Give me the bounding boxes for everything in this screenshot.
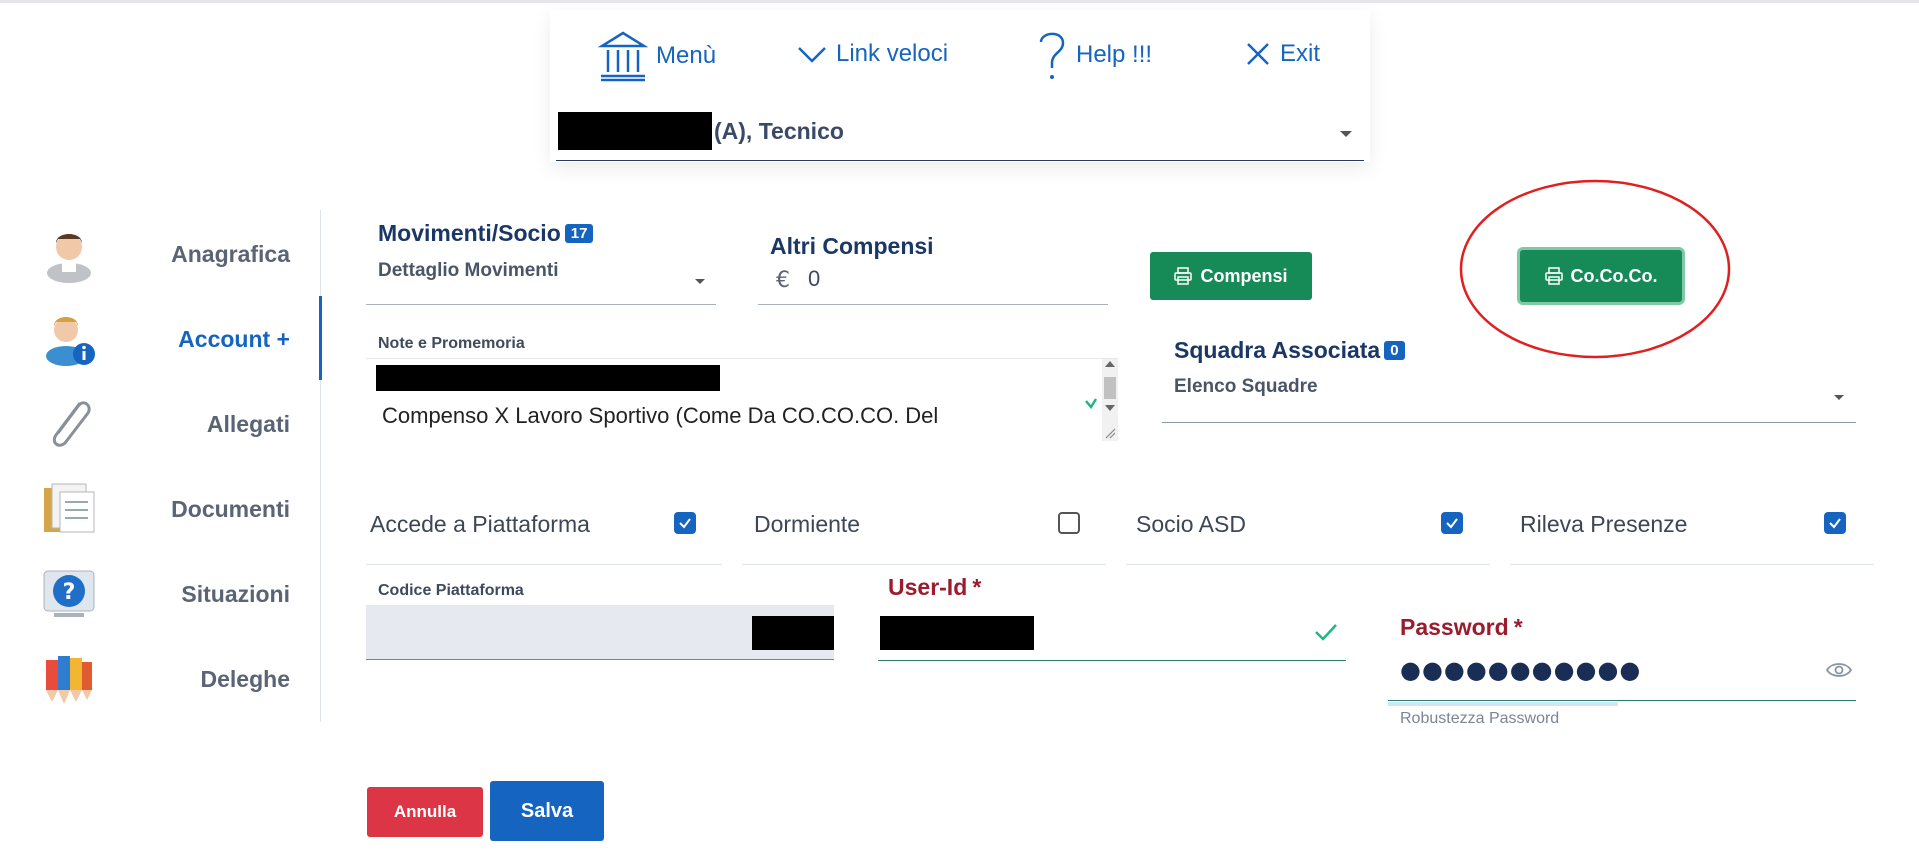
- bank-icon: [598, 31, 648, 82]
- question-icon: ?: [43, 570, 95, 617]
- sidebar-item-label: Anagrafica: [171, 240, 290, 267]
- help-button[interactable]: Help !!!: [1036, 28, 1152, 82]
- scroll-up-icon[interactable]: [1105, 361, 1115, 367]
- squadra-select-value: Elenco Squadre: [1174, 376, 1318, 397]
- question-mark-icon: [1039, 32, 1065, 79]
- password-strength-label: Robustezza Password: [1400, 710, 1560, 727]
- check-icon: [1085, 398, 1098, 410]
- squadra-badge: 0: [1384, 341, 1405, 360]
- checkbox-socio[interactable]: [1441, 512, 1463, 534]
- redacted-userid: [880, 616, 1034, 650]
- menu-button[interactable]: Menù: [598, 30, 716, 82]
- sidebar-item-documenti[interactable]: Documenti: [40, 470, 290, 548]
- chevron-down-icon: [798, 47, 826, 63]
- sidebar-item-deleghe[interactable]: Deleghe: [40, 640, 290, 718]
- scroll-down-icon[interactable]: [1105, 405, 1115, 411]
- close-icon: [1247, 43, 1269, 65]
- check-icon: [1446, 518, 1458, 529]
- printer-icon: [1174, 267, 1193, 285]
- scroll-thumb[interactable]: [1104, 377, 1116, 399]
- check-label-piattaforma: Accede a Piattaforma: [370, 511, 590, 537]
- note-label: Note e Promemoria: [378, 335, 525, 352]
- userid-required-mark: *: [972, 574, 982, 600]
- password-label: Password *: [1400, 614, 1523, 641]
- paperclip-icon: [52, 401, 91, 447]
- redacted-codice: [752, 616, 834, 650]
- menu-label: Menù: [656, 42, 717, 69]
- userid-label-text: User-Id: [888, 574, 968, 600]
- quicklinks-button[interactable]: Link veloci: [796, 40, 948, 68]
- pencils-icon: [46, 656, 92, 704]
- check-label-dormiente: Dormiente: [754, 511, 861, 537]
- sidebar-item-label: Documenti: [171, 495, 290, 522]
- documents-icon: [44, 483, 95, 533]
- row-divider: [742, 564, 1106, 565]
- check-icon: [679, 518, 691, 529]
- compensi-button-label: Compensi: [1200, 265, 1288, 286]
- compensi-value: 0: [808, 266, 821, 291]
- save-button[interactable]: Salva: [490, 781, 604, 841]
- check-icon: [1315, 624, 1337, 641]
- sidebar-item-label: Allegati: [206, 410, 290, 437]
- role-text: (A), Tecnico: [714, 118, 844, 144]
- sidebar-item-anagrafica[interactable]: Anagrafica: [40, 215, 290, 293]
- movimenti-badge: 17: [564, 224, 594, 243]
- sidebar-item-situazioni[interactable]: ? Situazioni: [40, 555, 290, 633]
- exit-label: Exit: [1280, 40, 1321, 67]
- squadra-caret-icon[interactable]: [1834, 395, 1844, 400]
- sidebar-active-indicator: [319, 296, 322, 380]
- squadra-title-text: Squadra Associata: [1174, 337, 1381, 363]
- sidebar-divider: [320, 210, 321, 722]
- compensi-title: Altri Compensi: [770, 233, 934, 259]
- top-border: [0, 0, 1919, 3]
- checkbox-dormiente[interactable]: [1058, 512, 1080, 534]
- eye-icon[interactable]: [1826, 660, 1852, 680]
- password-label-text: Password: [1400, 614, 1509, 640]
- row-divider: [366, 564, 722, 565]
- row-divider: [1126, 564, 1490, 565]
- annotation-circle: [1459, 179, 1731, 359]
- redacted-name: [558, 112, 712, 150]
- help-label: Help !!!: [1076, 41, 1153, 68]
- checkbox-piattaforma[interactable]: [674, 512, 696, 534]
- password-strength-bar: [1388, 702, 1618, 706]
- note-text: Compenso X Lavoro Sportivo (Come Da CO.C…: [382, 403, 939, 428]
- sidebar-item-allegati[interactable]: Allegati: [40, 385, 290, 463]
- exit-button[interactable]: Exit: [1244, 40, 1320, 68]
- compensi-print-button[interactable]: Compensi: [1150, 252, 1312, 300]
- password-value: ●●●●●●●●●●●: [1400, 656, 1642, 684]
- row-divider: [1510, 564, 1874, 565]
- quicklinks-label: Link veloci: [836, 40, 949, 67]
- movimenti-title: Movimenti/Socio 17: [378, 220, 594, 247]
- check-label-socio: Socio ASD: [1136, 511, 1246, 537]
- password-required-mark: *: [1513, 614, 1523, 640]
- userid-label: User-Id *: [888, 574, 981, 601]
- user-info-icon: [46, 317, 95, 366]
- squadra-title: Squadra Associata 0: [1174, 337, 1405, 364]
- check-label-presenze: Rileva Presenze: [1520, 511, 1688, 537]
- note-textarea[interactable]: Compenso X Lavoro Sportivo (Come Da CO.C…: [366, 358, 1118, 441]
- redacted-note-line: [376, 365, 720, 391]
- sidebar-item-label: Deleghe: [200, 665, 290, 692]
- checkbox-presenze[interactable]: [1824, 512, 1846, 534]
- currency-symbol: €: [776, 268, 790, 293]
- sidebar-item-account[interactable]: Account +: [40, 300, 290, 378]
- sidebar-item-label: Account +: [178, 325, 290, 352]
- resize-handle-icon[interactable]: [1104, 427, 1116, 439]
- role-caret-icon[interactable]: [1340, 131, 1352, 137]
- codice-label: Codice Piattaforma: [378, 582, 524, 599]
- movimenti-select-value: Dettaglio Movimenti: [378, 260, 559, 281]
- movimenti-caret-icon[interactable]: [695, 279, 705, 284]
- cancel-button[interactable]: Annulla: [367, 787, 483, 837]
- svg-text:?: ?: [63, 580, 76, 605]
- check-icon: [1829, 518, 1841, 529]
- user-icon: [47, 234, 91, 283]
- sidebar-item-label: Situazioni: [181, 580, 290, 607]
- movimenti-title-text: Movimenti/Socio: [378, 220, 561, 246]
